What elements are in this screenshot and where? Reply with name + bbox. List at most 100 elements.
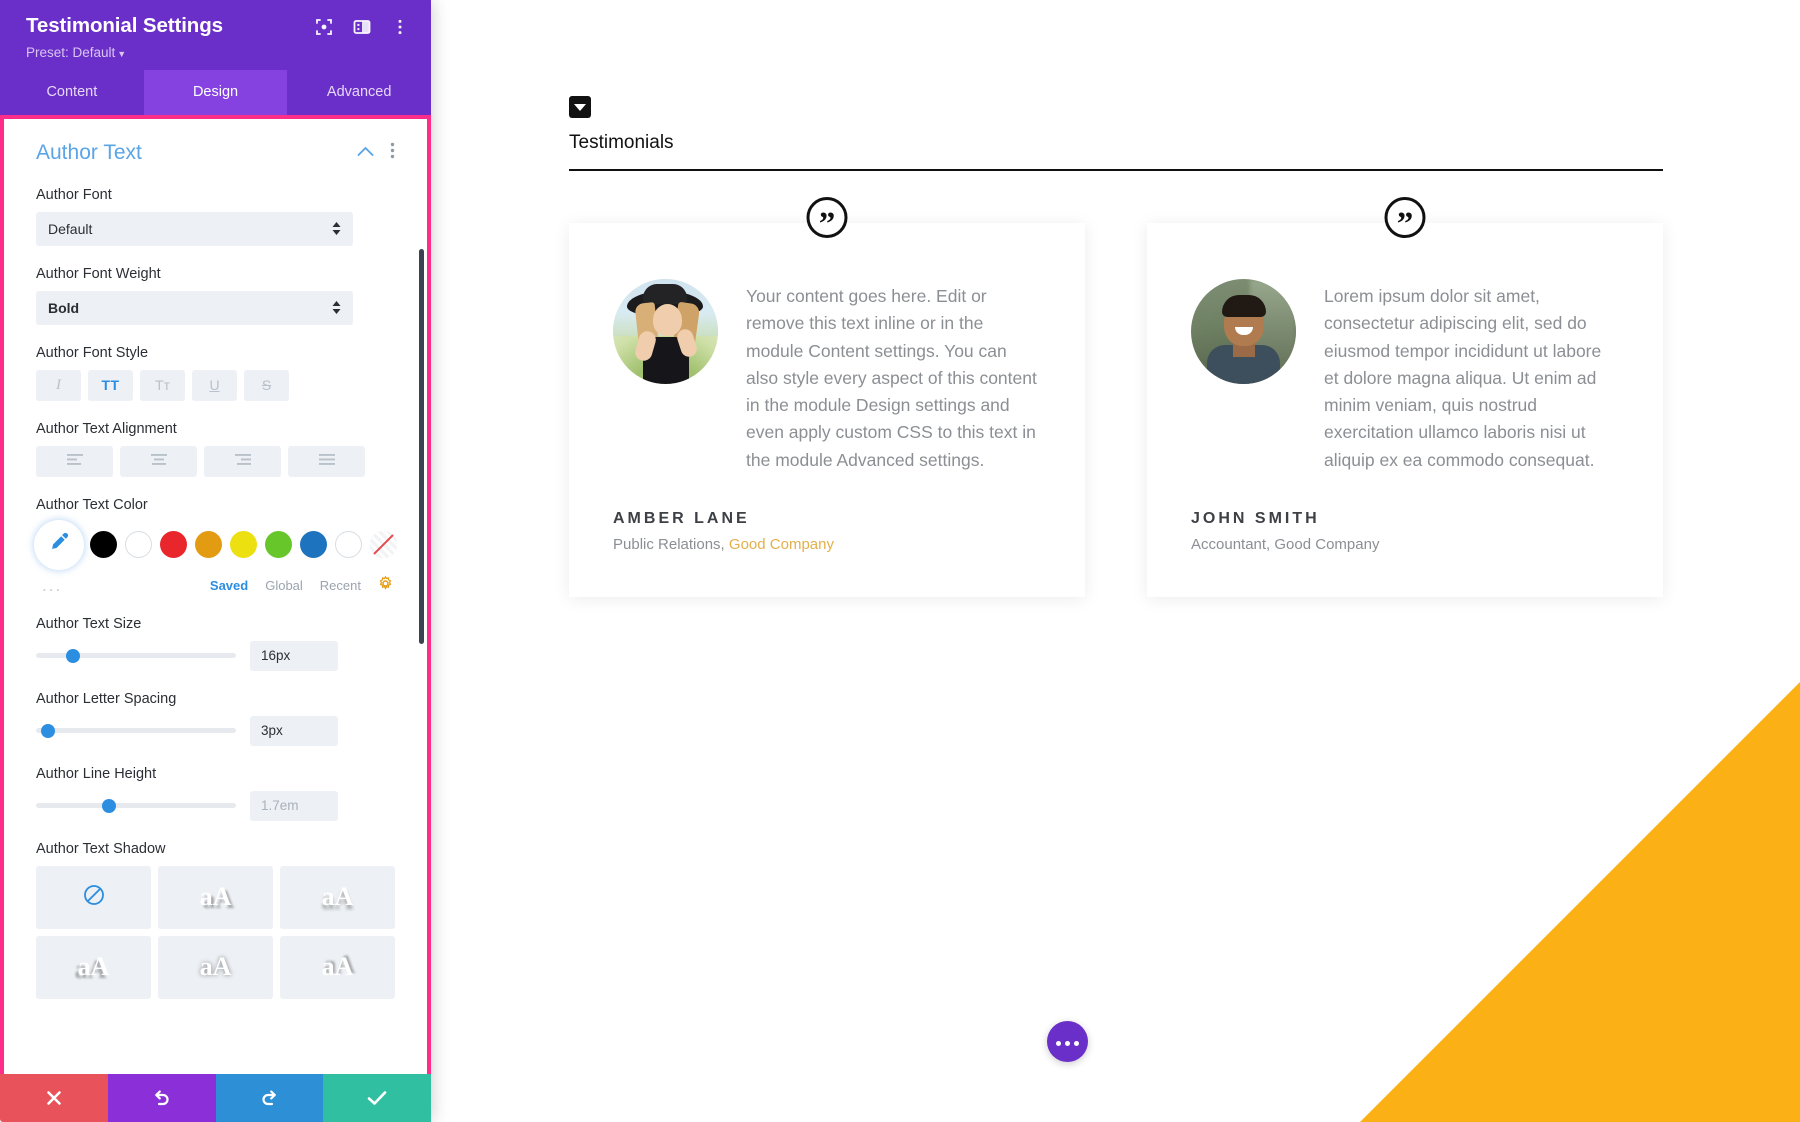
testimonial-card[interactable]: ” Your content goes here. Edit or remove… [569,197,1085,597]
font-style-strikethrough-button[interactable]: S [244,369,289,401]
kebab-menu-icon[interactable] [391,18,409,36]
author-font-weight-select[interactable]: Bold [36,290,353,325]
color-swatch-red[interactable] [160,531,187,559]
text-shadow-preset-4-button[interactable]: aA [158,935,273,999]
no-shadow-icon [82,883,106,912]
author-font-label: Author Font [36,186,112,203]
text-shadow-preset-5-button[interactable]: aA [280,935,395,999]
color-tab-global[interactable]: Global [265,578,303,593]
color-swatch-transparent[interactable] [370,531,397,559]
font-style-underline-button[interactable]: U [192,369,237,401]
author-position-prefix: Public Relations, [613,536,729,554]
color-swatch-white-2[interactable] [335,531,362,559]
align-left-button[interactable] [36,445,113,477]
align-center-icon [149,453,169,469]
field-author-text-color: Author Text Color ... Saved Global Recen… [36,496,397,596]
field-author-text-alignment: Author Text Alignment [36,421,395,477]
color-swatch-yellow[interactable] [230,531,257,559]
author-line-height-label: Author Line Height [36,765,157,782]
shadow-preview-2: aA [321,882,354,912]
align-right-icon [233,453,253,469]
font-style-italic-button[interactable]: I [36,369,81,401]
author-text-alignment-label: Author Text Alignment [36,420,177,437]
field-author-font-weight: Author Font Weight Bold [36,266,395,325]
undo-icon [152,1088,172,1108]
author-text-color-label: Author Text Color [36,496,148,513]
italic-icon: I [56,376,61,393]
discard-button[interactable] [0,1074,108,1122]
author-letter-spacing-slider[interactable] [36,721,236,741]
save-button[interactable] [323,1074,431,1122]
target-icon[interactable] [315,18,333,36]
chevron-updown-icon [332,222,341,236]
text-shadow-preset-3-button[interactable]: aA [36,935,151,999]
author-text-size-label: Author Text Size [36,615,142,632]
more-colors-button[interactable]: ... [36,576,62,596]
chevron-down-icon: ▼ [117,48,127,59]
author-letter-spacing-label: Author Letter Spacing [36,690,177,707]
color-swatch-orange[interactable] [195,531,222,559]
page-title: Testimonials [569,132,674,153]
field-author-font-style: Author Font Style I TT Tᴛ U S [36,345,395,401]
author-text-size-input[interactable]: 16px [250,640,338,671]
author-line-height-slider[interactable] [36,796,236,816]
layout-icon[interactable] [353,18,371,36]
orange-wedge-decoration [1360,682,1800,1122]
testimonial-quote: Your content goes here. Edit or remove t… [746,286,1037,470]
author-name: AMBER LANE [613,510,750,528]
close-icon [45,1089,63,1107]
smallcaps-icon: Tᴛ [155,377,170,394]
text-shadow-none-button[interactable] [36,865,151,929]
align-right-button[interactable] [204,445,281,477]
align-justify-button[interactable] [288,445,365,477]
align-center-button[interactable] [120,445,197,477]
tab-advanced[interactable]: Advanced [287,69,432,115]
panel-title: Testimonial Settings [26,14,223,37]
font-style-uppercase-button[interactable]: TT [88,369,133,401]
section-menu-icon[interactable] [390,142,395,164]
ellipsis-icon [1054,1033,1081,1051]
author-font-select[interactable]: Default [36,211,353,246]
undo-button[interactable] [107,1074,216,1122]
color-tab-recent[interactable]: Recent [320,578,361,593]
font-style-smallcaps-button[interactable]: Tᴛ [140,369,185,401]
panel-scrollbar[interactable] [419,248,424,644]
uppercase-icon: TT [101,377,120,394]
shadow-preview-4: aA [199,952,232,982]
page-settings-fab[interactable] [1047,1021,1088,1062]
eyedropper-icon [48,531,70,558]
text-shadow-preset-2-button[interactable]: aA [280,865,395,929]
shadow-preview-3: aA [77,952,110,982]
author-text-size-slider[interactable] [36,646,236,666]
author-font-weight-value: Bold [48,299,80,316]
eyedropper-button[interactable] [36,521,82,568]
color-swatch-green[interactable] [265,531,292,559]
gear-icon[interactable] [378,575,393,596]
redo-button[interactable] [215,1074,324,1122]
chevron-up-icon[interactable] [357,144,374,162]
redo-icon [259,1088,279,1108]
author-font-style-label: Author Font Style [36,344,149,361]
text-shadow-preset-1-button[interactable]: aA [158,865,273,929]
author-line-height-input[interactable]: 1.7em [250,790,338,821]
tab-content[interactable]: Content [0,69,144,115]
author-text-shadow-label: Author Text Shadow [36,840,166,857]
page-preview: Testimonials ” Your content goes here. E… [431,0,1800,1122]
triangle-down-icon[interactable] [569,96,591,118]
color-swatch-white[interactable] [125,531,152,559]
chevron-updown-icon [332,301,341,315]
field-author-text-shadow: Author Text Shadow aA aA aA aA aA [36,841,395,999]
color-swatch-black[interactable] [90,531,117,559]
preset-label: Preset: Default [26,44,116,60]
color-tab-saved[interactable]: Saved [210,578,248,593]
author-text-section-header: Author Text [36,141,395,165]
panel-header: Testimonial Settings Preset: Default ▼ [0,0,431,70]
testimonial-card[interactable]: ” Lorem ipsum dolor sit amet, consectetu… [1147,197,1663,597]
tab-design[interactable]: Design [143,69,288,115]
color-swatch-blue[interactable] [300,531,327,559]
author-name: JOHN SMITH [1191,510,1320,528]
avatar [613,279,718,384]
preset-dropdown[interactable]: Preset: Default ▼ [26,45,223,60]
author-letter-spacing-input[interactable]: 3px [250,715,338,746]
field-author-text-size: Author Text Size 16px [36,616,395,671]
